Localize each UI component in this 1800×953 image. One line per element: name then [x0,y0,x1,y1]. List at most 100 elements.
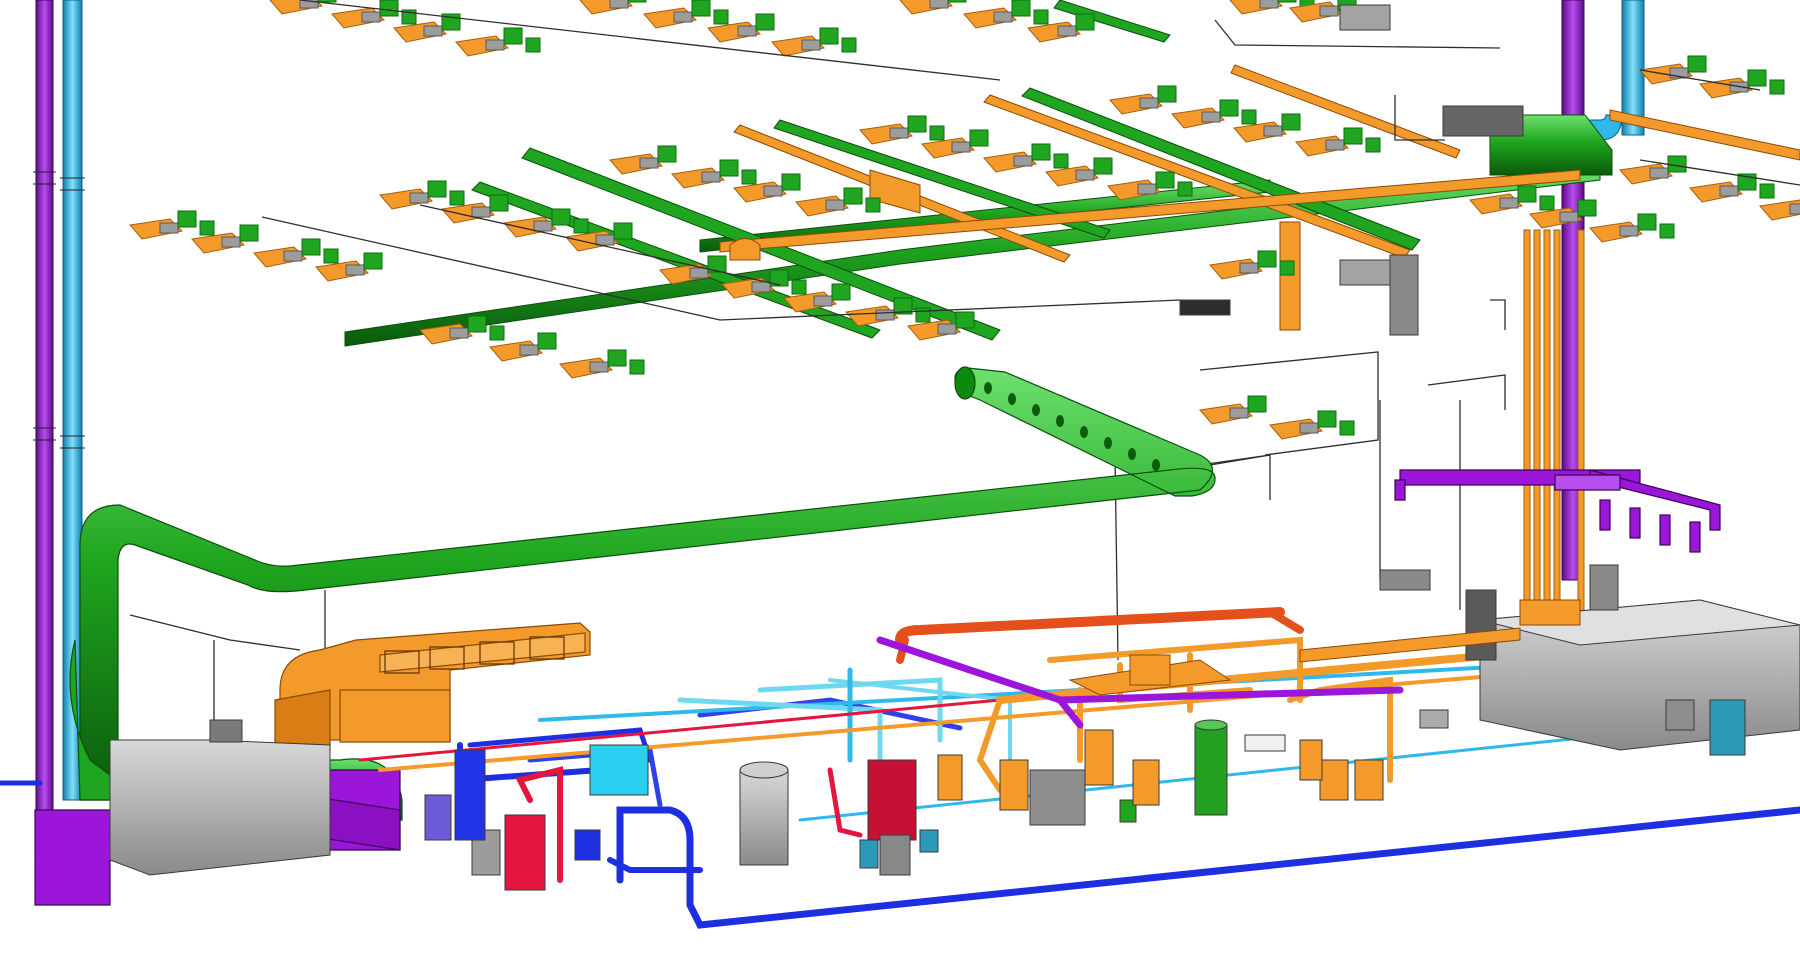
panel-grey-2[interactable] [1389,254,1419,336]
vav-box-icon[interactable] [1155,171,1175,189]
vav-box-icon[interactable] [983,143,1069,173]
fan-coil-icon[interactable] [689,267,709,279]
exhaust-riser-left[interactable] [35,0,54,906]
fan-coil-icon[interactable] [1263,125,1283,137]
vav-box-icon[interactable] [691,0,711,17]
fan-coil-icon[interactable] [221,236,241,248]
vav-box-icon[interactable] [1031,143,1051,161]
vav-box-icon[interactable] [489,325,505,341]
panel-small-6[interactable] [1419,709,1449,729]
vav-box-icon[interactable] [741,169,757,185]
vav-box-icon[interactable] [963,0,1049,29]
vav-box-icon[interactable] [573,218,589,234]
vav-box-icon[interactable] [239,224,259,242]
vav-box-icon[interactable] [955,311,975,329]
vav-box-icon[interactable] [1769,79,1785,95]
expansion-tank[interactable] [739,769,789,866]
fan-coil-icon[interactable] [875,309,895,321]
vav-box-icon[interactable] [1747,69,1767,87]
vav-box-icon[interactable] [865,197,881,213]
vav-box-icon[interactable] [317,0,337,3]
fan-coil-icon[interactable] [1229,407,1249,419]
vav-box-icon[interactable] [1053,153,1069,169]
vav-box-icon[interactable] [129,210,215,240]
vav-box-icon[interactable] [1687,55,1707,73]
panel-small-2[interactable] [1339,259,1391,286]
vav-box-icon[interactable] [947,0,967,3]
fan-coil-icon[interactable] [1137,183,1157,195]
fan-coil-icon[interactable] [751,281,771,293]
vav-box-icon[interactable] [841,37,857,53]
cyan-chiller[interactable] [589,744,649,796]
vav-box-icon[interactable] [1619,155,1687,185]
teal-pump-2[interactable] [859,839,879,869]
vav-box-icon[interactable] [269,0,337,15]
vav-box-icon[interactable] [1075,13,1095,31]
right-risers[interactable] [1478,0,1645,671]
vav-box-icon[interactable] [551,208,571,226]
vav-box-icon[interactable] [537,332,557,350]
fan-coil-icon[interactable] [951,141,971,153]
vav-box-icon[interactable] [755,13,775,31]
red-boiler[interactable] [504,814,546,891]
air-handler-orange[interactable] [274,622,591,751]
teal-pump[interactable] [919,829,939,853]
fan-coil-icon[interactable] [409,192,429,204]
vav-box-icon[interactable] [643,0,729,29]
vav-box-icon[interactable] [199,220,215,236]
vav-box-icon[interactable] [177,210,197,228]
vav-box-icon[interactable] [1699,69,1785,99]
vav-box-icon[interactable] [579,0,647,15]
vav-box-icon[interactable] [671,159,757,189]
vav-box-icon[interactable] [1093,157,1113,175]
vav-box-icon[interactable] [613,222,633,240]
fan-coil-icon[interactable] [1319,5,1339,17]
fan-coil-icon[interactable] [595,234,615,246]
teal-unit-right[interactable] [1709,699,1746,756]
grey-panel-right[interactable] [1665,699,1695,731]
fan-coil-icon[interactable] [159,222,179,234]
mep-isometric-scene[interactable] [0,0,1800,953]
panel-small-8[interactable] [1442,105,1524,137]
dark-panel-riser[interactable] [1465,589,1497,661]
vav-box-icon[interactable] [1667,155,1687,173]
vav-box-icon[interactable] [1109,85,1177,115]
vav-box-icon[interactable] [607,349,627,367]
vav-box-icon[interactable] [1257,250,1277,268]
vav-box-icon[interactable] [1033,9,1049,25]
panel-small-1[interactable] [1379,569,1431,591]
vav-box-icon[interactable] [1759,183,1775,199]
vav-box-icon[interactable] [1659,223,1675,239]
fan-coil-icon[interactable] [763,185,783,197]
fan-coil-icon[interactable] [1619,225,1639,237]
vav-box-icon[interactable] [1241,109,1257,125]
vav-box-icon[interactable] [929,125,945,141]
vav-box-icon[interactable] [859,115,945,145]
vav-box-icon[interactable] [1219,99,1239,117]
vav-box-icon[interactable] [489,194,509,212]
fan-coil-icon[interactable] [345,264,365,276]
fan-coil-icon[interactable] [533,220,553,232]
vav-box-icon[interactable] [791,279,807,295]
vav-box-icon[interactable] [1157,85,1177,103]
vav-box-icon[interactable] [331,0,417,29]
vav-box-icon[interactable] [907,115,927,133]
fan-coil-icon[interactable] [889,127,909,139]
fan-coil-icon[interactable] [639,157,659,169]
vav-box-icon[interactable] [915,307,931,323]
green-tank[interactable] [1194,724,1228,816]
fan-coil-icon[interactable] [813,295,833,307]
fan-coil-icon[interactable] [1299,422,1319,434]
fan-coil-icon[interactable] [1649,167,1669,179]
vav-box-icon[interactable] [1339,420,1355,436]
vav-box-icon[interactable] [253,238,339,268]
vav-box-icon[interactable] [503,27,523,45]
fan-coil-icon[interactable] [485,39,505,51]
panel-grey-1[interactable] [1589,564,1619,611]
fan-coil-icon[interactable] [801,39,821,51]
model-viewport[interactable] [0,0,1800,953]
vav-box-icon[interactable] [969,129,989,147]
fan-coil-icon[interactable] [1075,169,1095,181]
vav-box-icon[interactable] [449,190,465,206]
vav-box-icon[interactable] [363,252,383,270]
